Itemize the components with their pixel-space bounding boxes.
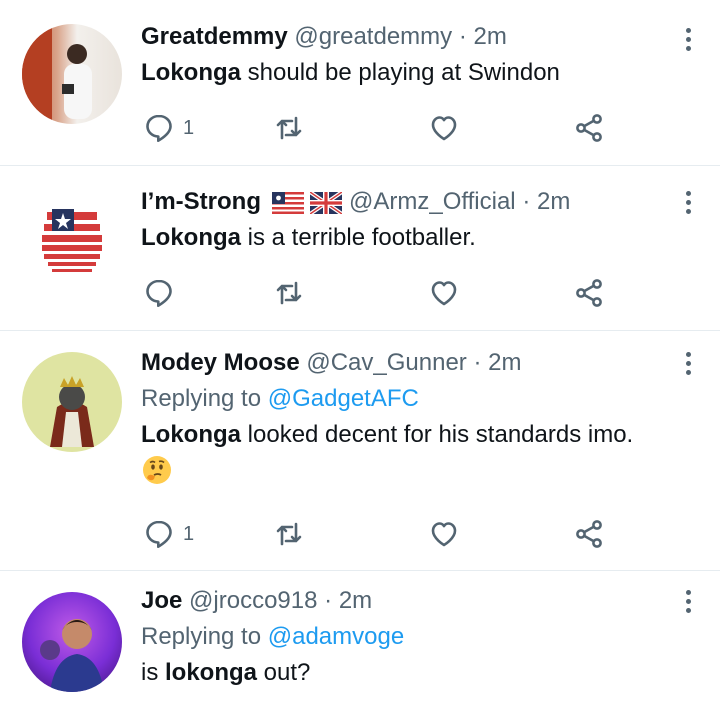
display-name[interactable]: Joe — [141, 587, 182, 614]
tweet-text-bold: lokonga — [165, 659, 258, 686]
handle[interactable]: @Armz_Official — [349, 188, 516, 215]
reply-button[interactable] — [143, 273, 183, 313]
share-button[interactable] — [573, 514, 605, 554]
tweet-content: I’m-Strong @Armz_Official · 2m Lokonga i… — [141, 187, 680, 253]
timestamp[interactable]: 2m — [488, 349, 521, 376]
tweet-text-bold: Lokonga — [141, 421, 241, 448]
tweet-actions — [141, 273, 621, 313]
tweet-header: Joe @jrocco918 · 2m — [141, 586, 680, 616]
tweet-text: is lokonga out? — [141, 658, 680, 688]
tweet-header: Greatdemmy @greatdemmy · 2m — [141, 22, 680, 52]
handle[interactable]: @Cav_Gunner — [306, 349, 466, 376]
replying-to-mention[interactable]: @adamvoge — [268, 623, 404, 650]
retweet-icon — [276, 281, 302, 305]
tweet-text-rest: should be playing at Swindon — [241, 59, 560, 86]
avatar[interactable] — [22, 592, 122, 692]
tweet-text: Lokonga looked decent for his standards … — [141, 420, 680, 450]
replying-to-mention[interactable]: @GadgetAFC — [268, 385, 419, 412]
separator-dot: · — [522, 188, 531, 215]
avatar[interactable] — [22, 187, 122, 287]
like-button[interactable] — [428, 273, 460, 313]
share-button[interactable] — [573, 108, 605, 148]
tweet-header: Modey Moose @Cav_Gunner · 2m — [141, 348, 680, 378]
tweet-text-rest: is a terrible footballer. — [241, 224, 476, 251]
display-name[interactable]: Modey Moose — [141, 349, 300, 376]
tweet-text-bold: Lokonga — [141, 224, 241, 251]
reply-icon — [146, 520, 172, 548]
share-icon — [576, 279, 602, 307]
emoji-line — [141, 454, 680, 494]
timestamp[interactable]: 2m — [474, 23, 507, 50]
tweet-im-strong[interactable]: I’m-Strong @Armz_Official · 2m Lokonga i… — [0, 165, 720, 331]
like-icon — [431, 281, 457, 306]
uk-flag-icon — [310, 191, 343, 214]
more-icon[interactable] — [684, 28, 692, 51]
reply-icon — [146, 114, 172, 142]
replying-to-line: Replying to @GadgetAFC — [141, 384, 680, 414]
tweet-content: Greatdemmy @greatdemmy · 2m Lokonga shou… — [141, 22, 680, 88]
share-icon — [576, 520, 602, 548]
tweet-text: Lokonga should be playing at Swindon — [141, 58, 680, 88]
tweet-text-rest: out? — [257, 659, 311, 686]
avatar[interactable] — [22, 352, 122, 452]
thinking-face-emoji — [143, 456, 171, 484]
more-icon[interactable] — [684, 352, 692, 375]
tweet-modey-moose[interactable]: Modey Moose @Cav_Gunner · 2m Replying to… — [0, 330, 720, 571]
tweet-text-bold: Lokonga — [141, 59, 241, 86]
timestamp[interactable]: 2m — [537, 188, 570, 215]
replying-to-label: Replying to — [141, 623, 268, 650]
tweet-joe[interactable]: Joe @jrocco918 · 2m Replying to @adamvog… — [0, 570, 720, 705]
handle[interactable]: @greatdemmy — [294, 23, 452, 50]
retweet-icon — [276, 522, 302, 546]
more-icon[interactable] — [684, 590, 692, 613]
display-name[interactable]: I’m-Strong — [141, 188, 261, 215]
more-icon[interactable] — [684, 191, 692, 214]
separator-dot: · — [324, 587, 333, 614]
tweet-content: Modey Moose @Cav_Gunner · 2m Replying to… — [141, 348, 680, 494]
like-icon — [431, 522, 457, 547]
replying-to-line: Replying to @adamvoge — [141, 622, 680, 652]
share-icon — [576, 114, 602, 142]
display-name[interactable]: Greatdemmy — [141, 23, 288, 50]
timestamp[interactable]: 2m — [339, 587, 372, 614]
separator-dot: · — [473, 349, 482, 376]
separator-dot: · — [458, 23, 467, 50]
tweet-actions: 1 — [141, 108, 621, 148]
tweet-greatdemmy[interactable]: Greatdemmy @greatdemmy · 2m Lokonga shou… — [0, 0, 720, 166]
like-button[interactable] — [428, 108, 460, 148]
reply-button[interactable]: 1 — [143, 514, 194, 554]
share-button[interactable] — [573, 273, 605, 313]
replying-to-label: Replying to — [141, 385, 268, 412]
tweet-text-pre: is — [141, 659, 165, 686]
retweet-button[interactable] — [273, 273, 305, 313]
tweet-text-rest: looked decent for his standards imo. — [241, 421, 634, 448]
liberia-flag-icon — [271, 191, 304, 214]
reply-icon — [146, 279, 172, 307]
avatar[interactable] — [22, 24, 122, 124]
tweet-actions: 1 — [141, 514, 621, 554]
tweet-content: Joe @jrocco918 · 2m Replying to @adamvog… — [141, 586, 680, 688]
reply-button[interactable]: 1 — [143, 108, 194, 148]
reply-count: 1 — [183, 522, 195, 545]
handle[interactable]: @jrocco918 — [189, 587, 317, 614]
retweet-button[interactable] — [273, 514, 305, 554]
reply-count: 1 — [183, 116, 195, 139]
like-button[interactable] — [428, 514, 460, 554]
tweet-text: Lokonga is a terrible footballer. — [141, 223, 680, 253]
tweet-header: I’m-Strong @Armz_Official · 2m — [141, 187, 680, 217]
retweet-icon — [276, 116, 302, 140]
like-icon — [431, 116, 457, 141]
retweet-button[interactable] — [273, 108, 305, 148]
